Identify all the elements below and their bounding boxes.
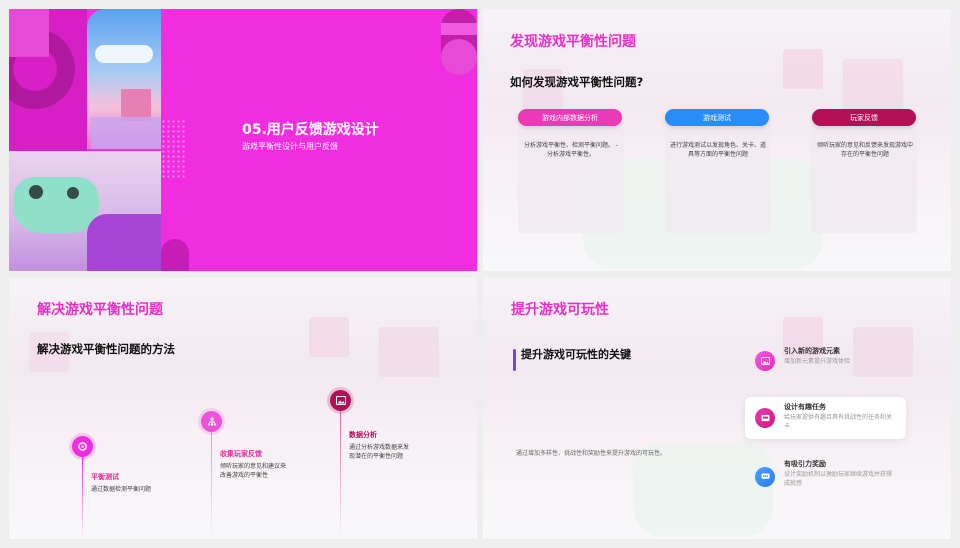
step-desc: 倾听玩家的意见和建议来改善游戏的平衡性 [220, 463, 287, 480]
image-icon [330, 390, 351, 411]
item-desc: 设计奖励机制以激励玩家继续游戏并获得成就感 [784, 471, 893, 488]
slide2-heading: 如何发现游戏平衡性问题? [510, 75, 644, 89]
item-title: 设计有趣任务 [784, 403, 826, 411]
column-desc: 进行游戏测试以发现角色、关卡、道具等方面的平衡性问题 [669, 142, 766, 159]
column-card [665, 117, 771, 233]
picture-icon [755, 351, 775, 371]
cover-image [9, 9, 189, 271]
slide-2[interactable]: 发现游戏平衡性问题 如何发现游戏平衡性问题? 游戏内部数据分析 游戏测试 玩家反… [483, 9, 951, 271]
team-icon [201, 411, 222, 432]
step-title: 平衡测试 [91, 473, 119, 481]
slide1-title: 05.用户反馈游戏设计 [242, 122, 379, 138]
column-desc: 倾听玩家的意见和反馈来发现游戏中存在的平衡性问题 [816, 142, 913, 159]
target-icon [72, 436, 93, 457]
slide-4[interactable]: 提升游戏可玩性 提升游戏可玩性的关键 通过增加多样性、挑战性和奖励性来提升游戏的… [483, 277, 951, 539]
item-title: 引入新的游戏元素 [784, 347, 840, 355]
column-desc: 分析游戏平衡性、检测平衡问题。 - 分析游戏平衡性。 [523, 142, 619, 159]
step-desc: 通过分析游戏数据来发现潜在的平衡性问题 [349, 444, 410, 461]
slide1-subtitle: 游戏平衡性设计与用户反馈 [242, 142, 338, 151]
step-desc: 通过数据检测平衡问题 [91, 486, 152, 493]
gamepad-icon [13, 177, 99, 233]
slide4-title: 提升游戏可玩性 [511, 302, 609, 318]
item-desc: 增加新元素提升游戏体验 [784, 358, 851, 365]
inbox-icon [755, 408, 775, 428]
column-card [811, 117, 917, 233]
tag-game-testing: 游戏测试 [665, 109, 769, 126]
chat-icon [755, 467, 775, 487]
heading-accent-bar [513, 349, 516, 371]
item-desc: 给玩家提供有趣且具有挑战性的任务和关卡 [784, 414, 893, 431]
slide-3[interactable]: 解决游戏平衡性问题 解决游戏平衡性问题的方法 平衡测试 通过数据检测平衡问题 收… [9, 277, 477, 539]
tag-player-feedback: 玩家反馈 [812, 109, 916, 126]
tag-data-analysis: 游戏内部数据分析 [518, 109, 622, 126]
column-card [518, 117, 624, 233]
slide3-title: 解决游戏平衡性问题 [37, 302, 163, 318]
slide2-title: 发现游戏平衡性问题 [510, 34, 636, 50]
slide4-heading: 提升游戏可玩性的关键 [521, 348, 631, 361]
slide-1[interactable]: 05.用户反馈游戏设计 游戏平衡性设计与用户反馈 [9, 9, 477, 271]
step-title: 数据分析 [349, 431, 377, 439]
item-title: 有吸引力奖励 [784, 460, 826, 468]
slide3-heading: 解决游戏平衡性问题的方法 [37, 342, 175, 356]
slide4-summary: 通过增加多样性、挑战性和奖励性来提升游戏的可玩性。 [516, 450, 667, 457]
step-title: 收集玩家反馈 [220, 450, 262, 458]
